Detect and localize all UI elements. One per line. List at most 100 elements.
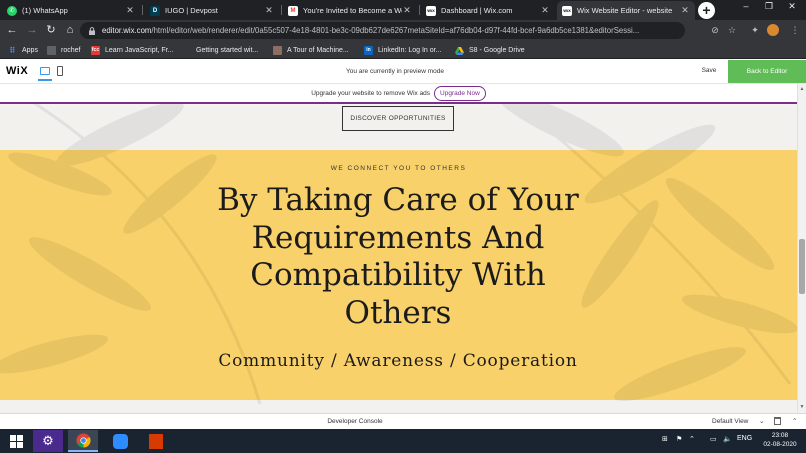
trash-icon[interactable] <box>774 417 781 425</box>
hero-headline: By Taking Care of Your Requirements And … <box>217 182 579 331</box>
system-clock[interactable]: 23:08 02-08-2020 <box>762 431 798 449</box>
new-tab-button[interactable]: + <box>698 2 715 19</box>
menu-dots-icon[interactable]: ⋮ <box>789 24 801 36</box>
windows-taskbar: ⚙ ⊞ ⚑ ⌃ ▭ 🔈 ENG 23:08 02-08-2020 <box>0 429 806 453</box>
scroll-down-icon[interactable]: ▼ <box>799 404 805 410</box>
close-icon[interactable]: ✕ <box>540 5 550 16</box>
reload-icon[interactable]: ↻ <box>44 23 58 37</box>
developer-console-bar: Developer Console Default View ⌄ ⌃ <box>0 413 806 429</box>
bookmark-label: Getting started wit... <box>196 46 259 54</box>
apps-grid-icon: ⠿ <box>9 45 16 55</box>
gmail-icon: M <box>288 5 298 16</box>
tab-wix-dashboard[interactable]: WiX Dashboard | Wix.com ✕ <box>421 1 555 20</box>
view-selector[interactable]: Default View <box>712 418 748 425</box>
page-scrollbar[interactable]: ▲ ▼ <box>797 84 806 413</box>
wix-icon: WiX <box>426 5 436 16</box>
tab-title: Dashboard | Wix.com <box>441 6 513 15</box>
upgrade-now-button[interactable]: Upgrade Now <box>434 85 486 101</box>
close-icon[interactable]: ✕ <box>125 5 135 16</box>
bookmark-icon <box>47 45 56 55</box>
upgrade-text: Upgrade your website to remove Wix ads <box>311 89 431 97</box>
tab-divider <box>419 5 420 15</box>
scroll-up-icon[interactable]: ▲ <box>799 86 805 92</box>
windows-start-icon[interactable] <box>1 430 31 452</box>
bookmarks-bar: ⠿ Apps rochef fcc Learn JavaScript, Fr..… <box>0 41 806 59</box>
volume-icon[interactable]: 🔈 <box>723 435 732 443</box>
whatsapp-icon: ✆ <box>7 5 17 16</box>
developer-console-toggle[interactable]: Developer Console <box>300 418 410 425</box>
window-close-button[interactable]: ✕ <box>781 0 803 14</box>
tab-whatsapp[interactable]: ✆ (1) WhatsApp ✕ <box>2 1 140 20</box>
bookmark-tour-machine[interactable]: A Tour of Machine... <box>273 44 349 56</box>
wix-preview-bar: WiX You are currently in preview mode Sa… <box>0 60 806 84</box>
tab-wix-editor[interactable]: WiX Wix Website Editor - website ✕ <box>557 1 695 20</box>
extensions-icon[interactable]: ✦ <box>749 24 761 36</box>
bookmark-label: LinkedIn: Log In or... <box>378 46 442 54</box>
close-icon[interactable]: ✕ <box>402 5 412 16</box>
bookmark-google-drive[interactable]: S8 - Google Drive <box>455 44 525 56</box>
bookmark-linkedin[interactable]: in LinkedIn: Log In or... <box>364 44 441 56</box>
camera-blocked-icon[interactable]: ⊘ <box>709 24 721 36</box>
forward-arrow-icon[interactable]: → <box>25 23 39 37</box>
discover-opportunities-button[interactable]: DISCOVER OPPORTUNITIES <box>342 106 454 131</box>
zoom-icon[interactable] <box>105 430 135 452</box>
bookmark-icon <box>273 45 282 55</box>
bookmark-label: rochef <box>61 46 81 54</box>
close-icon[interactable]: ✕ <box>264 5 274 16</box>
back-arrow-icon[interactable]: ← <box>5 23 19 37</box>
tab-title: Wix Website Editor - website <box>577 6 673 15</box>
chevron-down-icon[interactable]: ⌄ <box>759 417 764 425</box>
minimize-button[interactable]: – <box>735 0 757 14</box>
scrollbar-thumb[interactable] <box>799 239 805 294</box>
chrome-icon[interactable] <box>68 430 98 452</box>
expand-icon[interactable]: ⌃ <box>792 417 797 425</box>
preview-mode-text: You are currently in preview mode <box>345 68 445 75</box>
wix-icon: WiX <box>562 5 572 16</box>
home-icon[interactable]: ⌂ <box>63 23 77 37</box>
section-overline: WE CONNECT YOU TO OTHERS <box>330 165 467 172</box>
office-logo <box>149 433 163 449</box>
mobile-view-icon[interactable] <box>57 66 63 76</box>
office-icon[interactable] <box>141 430 171 452</box>
bookmark-rochef[interactable]: rochef <box>47 44 80 56</box>
gear-icon: ⚙ <box>42 433 54 448</box>
tab-title: You're Invited to Become a Wel <box>303 6 402 15</box>
hero-subline: Community / Awareness / Cooperation <box>218 351 578 371</box>
windows-logo <box>9 434 23 448</box>
desktop-view-indicator <box>38 79 52 81</box>
bookmark-freecodecamp[interactable]: fcc Learn JavaScript, Fr... <box>91 44 173 56</box>
linkedin-icon: in <box>364 45 373 55</box>
network-icon[interactable]: ⊞ <box>662 435 668 443</box>
devpost-icon: D <box>150 5 160 16</box>
tray-arrow-icon[interactable]: ⌃ <box>689 435 695 443</box>
chrome-logo <box>75 432 91 448</box>
wix-ad-banner: Upgrade your website to remove Wix ads U… <box>0 84 797 104</box>
bottom-light-band <box>0 400 797 413</box>
bookmark-getting-started[interactable]: Getting started wit... <box>182 44 258 56</box>
url-host: editor.wix.com <box>102 26 152 35</box>
settings-app-icon[interactable]: ⚙ <box>33 430 63 452</box>
freecodecamp-icon: fcc <box>91 45 100 55</box>
zoom-logo <box>112 433 128 449</box>
people-icon[interactable]: ⚑ <box>676 435 682 443</box>
language-indicator[interactable]: ENG <box>737 435 752 442</box>
site-preview: Upgrade your website to remove Wix ads U… <box>0 84 797 413</box>
bookmark-icon <box>182 45 191 55</box>
tab-divider <box>142 5 143 15</box>
tab-divider <box>281 5 282 15</box>
tab-title: IUGO | Devpost <box>165 6 218 15</box>
back-to-editor-button[interactable]: Back to Editor <box>728 60 806 83</box>
url-path: /html/editor/web/renderer/edit/0a55c507-… <box>151 26 640 35</box>
save-button[interactable]: Save <box>694 67 724 74</box>
tab-gmail[interactable]: M You're Invited to Become a Wel ✕ <box>283 1 417 20</box>
address-bar[interactable]: editor.wix.com/html/editor/web/renderer/… <box>80 22 685 39</box>
bookmark-apps[interactable]: ⠿ Apps <box>8 44 38 56</box>
bookmark-label: S8 - Google Drive <box>469 46 525 54</box>
desktop-view-icon[interactable] <box>40 67 50 75</box>
close-icon[interactable]: ✕ <box>680 5 690 16</box>
restore-button[interactable]: ❐ <box>758 0 780 14</box>
battery-icon[interactable]: ▭ <box>710 435 717 443</box>
star-icon[interactable]: ☆ <box>726 24 738 36</box>
profile-avatar[interactable] <box>767 24 779 36</box>
tab-devpost[interactable]: D IUGO | Devpost ✕ <box>145 1 279 20</box>
